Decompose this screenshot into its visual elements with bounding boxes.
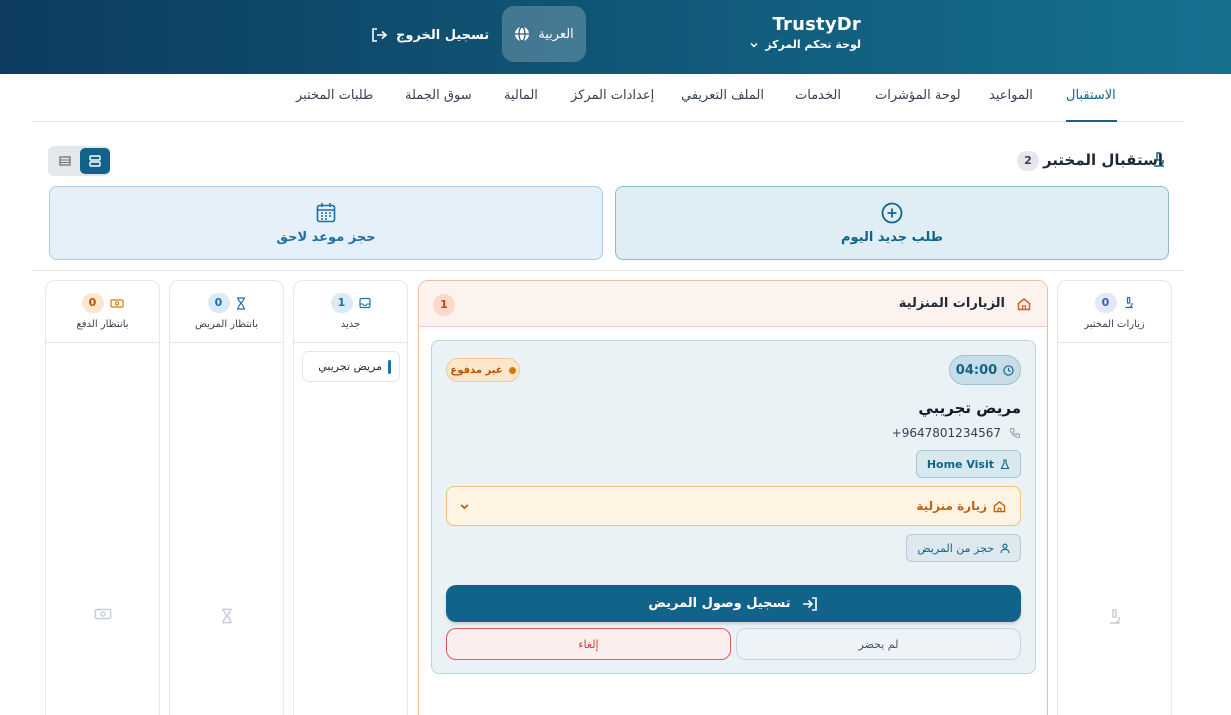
- home-visit-label-group: زيارة منزلية: [916, 499, 1006, 513]
- section-count-badge: 2: [1017, 151, 1039, 171]
- checkin-button[interactable]: تسجيل وصول المريض: [446, 585, 1021, 622]
- column-home-visits: الزيارات المنزلية 1 04:00 غير مدفوع مريض…: [418, 280, 1048, 715]
- globe-icon: [514, 26, 530, 42]
- cards-icon: [89, 155, 101, 167]
- tab-services[interactable]: الخدمات: [795, 88, 841, 103]
- cancel-button[interactable]: إلغاء: [446, 628, 731, 660]
- booked-by-badge: حجز من المريض: [906, 534, 1021, 562]
- new-order-today-label: طلب جديد اليوم: [841, 229, 943, 245]
- tab-reception[interactable]: الاستقبال: [1066, 88, 1116, 103]
- logout-icon: [370, 27, 388, 43]
- tab-center-settings[interactable]: إعدادات المركز: [571, 88, 654, 103]
- dashboard-switcher[interactable]: لوحة تحكم المركز: [749, 38, 861, 51]
- visit-type-label: Home Visit: [926, 457, 994, 471]
- payment-status-badge: غير مدفوع: [446, 358, 520, 382]
- book-later-button[interactable]: حجز موعد لاحق: [49, 186, 603, 260]
- visit-card[interactable]: 04:00 غير مدفوع مريض تجريبي +96478012345…: [431, 340, 1036, 674]
- column-header: 0 بانتظار المريض: [170, 281, 283, 343]
- column-lab-visits: 0 زيارات المختبر: [1057, 280, 1172, 715]
- hourglass-icon: [236, 296, 246, 310]
- logout-button[interactable]: تسجيل الخروج: [370, 24, 489, 46]
- visit-type-badge: Home Visit: [915, 450, 1021, 478]
- home-visit-expander[interactable]: زيارة منزلية: [446, 486, 1021, 526]
- tab-profile[interactable]: الملف التعريفي: [681, 88, 764, 103]
- chevron-down-icon: [459, 501, 470, 512]
- book-later-label: حجز موعد لاحق: [276, 229, 376, 245]
- home-visits-header: الزيارات المنزلية 1: [419, 281, 1047, 327]
- inbox-icon: [358, 297, 371, 309]
- column-header: 0 بانتظار الدفع: [46, 281, 159, 343]
- column-count: 0: [207, 293, 230, 313]
- logout-label: تسجيل الخروج: [396, 27, 490, 43]
- tab-wholesale-market[interactable]: سوق الجملة: [405, 88, 472, 103]
- home-icon: [1017, 297, 1031, 311]
- language-label: العربية: [538, 26, 574, 42]
- list-item-label: مريض تجريبي: [318, 360, 382, 373]
- plus-circle-icon: [881, 202, 903, 224]
- list-item[interactable]: مريض تجريبي: [302, 351, 400, 382]
- column-count: 0: [81, 293, 104, 313]
- top-header: TrustyDr لوحة تحكم المركز العربية تسجيل …: [0, 0, 1231, 74]
- tab-finance[interactable]: المالية: [504, 88, 538, 103]
- phone-icon: [1009, 427, 1021, 439]
- tab-dashboard[interactable]: لوحة المؤشرات: [875, 88, 961, 103]
- new-order-today-button[interactable]: طلب جديد اليوم: [615, 186, 1169, 260]
- patient-name: مريض تجريبي: [918, 399, 1021, 417]
- section-divider: [32, 270, 1184, 271]
- tab-lab-orders[interactable]: طلبات المختبر: [296, 88, 373, 103]
- brand-name: TrustyDr: [772, 14, 861, 35]
- home-visits-title: الزيارات المنزلية: [898, 296, 1005, 311]
- user-icon: [1000, 543, 1010, 554]
- patient-phone: +9647801234567: [892, 426, 1021, 440]
- cash-icon: [93, 607, 113, 621]
- flask-icon: [1000, 458, 1010, 470]
- card-view-button[interactable]: [80, 148, 110, 174]
- booked-by-label: حجز من المريض: [917, 541, 994, 555]
- cash-icon: [109, 298, 124, 309]
- language-button[interactable]: العربية: [502, 6, 586, 62]
- tab-appointments[interactable]: المواعيد: [989, 88, 1033, 103]
- home-visits-count: 1: [433, 294, 455, 316]
- status-dot-icon: [508, 366, 516, 374]
- home-visit-label: زيارة منزلية: [916, 499, 987, 513]
- payment-status-label: غير مدفوع: [450, 364, 503, 376]
- list-view-button[interactable]: [50, 148, 80, 174]
- item-accent-bar: [388, 359, 391, 374]
- time-badge: 04:00: [949, 355, 1021, 385]
- hourglass-icon: [221, 607, 233, 625]
- chevron-down-icon: [749, 40, 759, 50]
- dashboard-switcher-label: لوحة تحكم المركز: [765, 38, 861, 51]
- column-waiting-patient: 0 بانتظار المريض: [169, 280, 284, 715]
- column-count: 1: [330, 293, 353, 313]
- view-toggle: [48, 146, 110, 176]
- column-label: جديد: [340, 319, 361, 330]
- column-label: بانتظار الدفع: [76, 319, 129, 330]
- phone-number: +9647801234567: [891, 426, 1001, 440]
- calendar-icon: [316, 202, 336, 224]
- microscope-icon: [1123, 296, 1135, 310]
- list-icon: [59, 156, 71, 166]
- home-icon: [993, 500, 1006, 513]
- column-waiting-payment: 0 بانتظار الدفع: [45, 280, 160, 715]
- column-new: 1 جديد مريض تجريبي: [293, 280, 408, 715]
- column-count: 0: [1094, 293, 1117, 313]
- clock-icon: [1003, 364, 1014, 376]
- no-show-button[interactable]: لم يحضر: [736, 628, 1021, 660]
- column-header: 0 زيارات المختبر: [1058, 281, 1171, 343]
- main-tabs: الاستقبال المواعيد لوحة المؤشرات الخدمات…: [32, 74, 1184, 122]
- column-header: 1 جديد: [294, 281, 407, 343]
- checkin-label: تسجيل وصول المريض: [648, 596, 791, 611]
- column-label: زيارات المختبر: [1084, 319, 1145, 330]
- column-label: بانتظار المريض: [194, 319, 259, 330]
- brand-block: TrustyDr لوحة تحكم المركز: [749, 14, 861, 51]
- section-title: استقبال المختبر: [1042, 151, 1163, 169]
- login-icon: [801, 596, 819, 612]
- active-tab-indicator: [1066, 120, 1117, 122]
- time-value: 04:00: [955, 362, 998, 378]
- microscope-icon: [1107, 607, 1123, 627]
